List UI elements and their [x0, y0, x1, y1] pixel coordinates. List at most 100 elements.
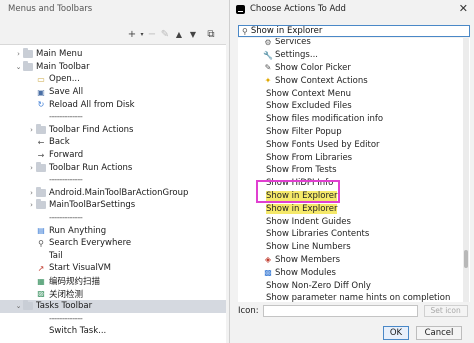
left-tree-item-label: -------------: [49, 175, 83, 186]
left-tree-item[interactable]: › Toolbar Find Actions: [0, 123, 226, 137]
left-tree-item[interactable]: Tail: [0, 250, 226, 263]
left-tree-item[interactable]: ↻ Reload All from Disk: [0, 98, 226, 111]
action-list-item[interactable]: Show Non-Zero Diff Only: [238, 279, 470, 292]
action-list-item[interactable]: Show Line Numbers: [238, 241, 470, 254]
action-list-item[interactable]: 🔧 Settings...: [238, 49, 470, 62]
folder-shape: [23, 60, 33, 71]
action-list-item-label: Show Members: [275, 254, 341, 265]
blank-icon: [36, 176, 46, 185]
icon-label: Icon:: [238, 305, 259, 316]
left-tree-item[interactable]: › Android.MainToolBarActionGroup: [0, 186, 226, 200]
left-tree-item[interactable]: ⚲ Search Everywhere: [0, 237, 226, 250]
choose-actions-dialog: Choose Actions To Add ✕ ⚲ Show in Explor…: [229, 0, 474, 343]
action-list-item-label: Show parameter name hints on completion: [266, 293, 451, 302]
search-value: Show in Explorer: [250, 26, 323, 36]
action-list-item[interactable]: Show From Libraries: [238, 151, 470, 164]
left-tree-item[interactable]: ▦ 编码规约扫描: [0, 275, 226, 288]
left-tree-item[interactable]: → Forward: [0, 149, 226, 162]
left-tree-item[interactable]: › MainToolBarSettings: [0, 199, 226, 212]
set-icon-button[interactable]: Set icon: [423, 304, 468, 317]
folder-icon: [23, 48, 33, 59]
left-tree-item-label: -------------: [49, 213, 83, 224]
actions-tree[interactable]: ⚙ Services 🔧 Settings... ✎ Show Color Picker ✦…: [238, 38, 470, 302]
left-tree-item[interactable]: ▭ Open...: [0, 73, 226, 86]
menus-toolbars-tree[interactable]: › Main Menu ⌄ Main Toolbar ▭ Open... ▣ Save All…: [0, 44, 226, 343]
action-list-item-label: Settings...: [275, 50, 318, 61]
app-logo-icon: [236, 4, 245, 14]
chevron-down-icon[interactable]: ⌄: [14, 63, 23, 71]
left-tree-item-label: Save All: [49, 87, 84, 98]
close-icon[interactable]: ✕: [459, 2, 468, 15]
action-list-item[interactable]: Show Context Menu: [238, 87, 470, 100]
chevron-down-icon[interactable]: ⌄: [14, 302, 23, 310]
action-list-item[interactable]: ⚙ Services: [238, 38, 470, 49]
action-list-item[interactable]: Show Excluded Files: [238, 100, 470, 113]
arrow-right-icon: →: [37, 150, 45, 160]
left-tree-item[interactable]: -------------: [0, 212, 226, 225]
folder-icon: [36, 123, 46, 134]
move-down-icon[interactable]: ▼: [187, 26, 199, 43]
left-tree-item[interactable]: ▣ Save All: [0, 86, 226, 99]
action-list-item[interactable]: Show From Tests: [238, 164, 470, 177]
left-tree-item-label: -------------: [49, 112, 83, 123]
left-tree-item[interactable]: -------------: [0, 174, 226, 187]
action-list-item[interactable]: ✎ Show Color Picker: [238, 62, 470, 75]
ok-button[interactable]: OK: [383, 326, 409, 340]
left-tree-item[interactable]: › Main Menu: [0, 48, 226, 61]
left-tree-item[interactable]: ▤ Run Anything: [0, 224, 226, 237]
left-tree-item[interactable]: ⌄ Tasks Toolbar: [0, 300, 226, 313]
blank-icon: [36, 214, 46, 223]
left-tree-item[interactable]: › Toolbar Run Actions: [0, 161, 226, 174]
chevron-right-icon[interactable]: ›: [27, 189, 36, 197]
members-icon: ◈: [264, 255, 272, 265]
icon-path-field[interactable]: [262, 304, 418, 317]
left-tree-item[interactable]: Switch Task...: [0, 325, 226, 338]
cancel-button[interactable]: Cancel: [416, 326, 462, 340]
left-tree-item[interactable]: -------------: [0, 313, 226, 326]
action-list-item-label: Show Fonts Used by Editor: [266, 139, 380, 150]
left-tree-item[interactable]: ↗ Start VisualVM: [0, 262, 226, 275]
actions-scrollbar[interactable]: [463, 38, 469, 302]
move-up-icon[interactable]: ▲: [173, 26, 185, 43]
left-tree-item-label: 关闭检测: [49, 289, 84, 300]
action-list-item[interactable]: Show files modification info: [238, 113, 470, 126]
action-list-item[interactable]: Show Fonts Used by Editor: [238, 138, 470, 151]
left-tree-item[interactable]: ▨ 关闭检测: [0, 287, 226, 300]
left-tree-item[interactable]: -------------: [0, 111, 226, 124]
action-list-item[interactable]: ▩ Show Modules: [238, 266, 470, 279]
action-list-item[interactable]: Show Filter Popup: [238, 126, 470, 139]
action-list-item-label: Show in Explorer: [266, 203, 338, 214]
chevron-right-icon[interactable]: ›: [27, 126, 36, 134]
folder-icon: [36, 199, 46, 210]
folder-icon: [23, 300, 33, 311]
menus-toolbars-panel: Menus and Toolbars + ▾ − ✎ ▲ ▼ ⧉ › Main M…: [0, 0, 226, 343]
annotation-highlight-box: [256, 180, 340, 203]
edit-icon[interactable]: ✎: [159, 26, 171, 43]
folder-shape: [36, 199, 46, 210]
chevron-right-icon[interactable]: ›: [27, 201, 36, 209]
remove-icon[interactable]: −: [146, 26, 158, 43]
action-list-item[interactable]: Show parameter name hints on completion: [238, 292, 470, 302]
scan-icon: ▦: [37, 276, 45, 286]
restore-icon[interactable]: ⧉: [205, 26, 217, 43]
action-list-item[interactable]: Show Libraries Contents: [238, 228, 470, 241]
search-input[interactable]: ⚲ Show in Explorer: [238, 25, 470, 37]
arrow-left-icon: ←: [37, 137, 45, 147]
left-tree-item-label: Back: [49, 137, 70, 148]
left-tree-item[interactable]: ⌄ Main Toolbar: [0, 60, 226, 74]
left-title: Menus and Toolbars: [8, 4, 93, 14]
action-list-item-label: Show Libraries Contents: [266, 229, 370, 240]
left-tree-item-label: Tasks Toolbar: [36, 301, 93, 312]
chevron-right-icon[interactable]: ›: [14, 50, 23, 58]
bulb-icon: ✦: [264, 76, 272, 86]
left-tree-item-label: Main Toolbar: [36, 61, 90, 72]
action-list-item[interactable]: ✦ Show Context Actions: [238, 74, 470, 87]
left-tree-item-label: Forward: [49, 150, 84, 161]
action-list-item[interactable]: Show Indent Guides: [238, 215, 470, 228]
action-list-item[interactable]: ◈ Show Members: [238, 254, 470, 267]
action-list-item[interactable]: Show in Explorer: [238, 202, 470, 215]
left-tree-item[interactable]: ← Back: [0, 136, 226, 149]
scrollbar-thumb[interactable]: [464, 250, 468, 268]
action-list-item-label: Show Line Numbers: [266, 242, 351, 253]
chevron-right-icon[interactable]: ›: [27, 164, 36, 172]
